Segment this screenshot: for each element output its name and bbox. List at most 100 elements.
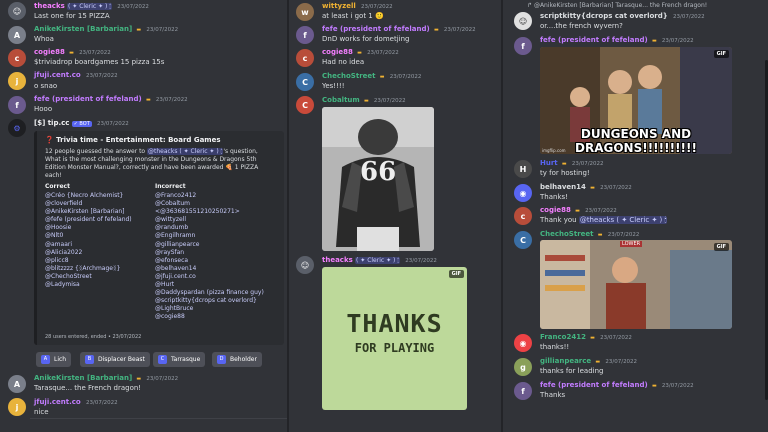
user-mention[interactable]: @efonseca [155, 257, 264, 265]
avatar[interactable]: C [296, 96, 314, 114]
user-mention[interactable]: @gillianpearce [155, 241, 264, 249]
football-player-image[interactable]: 66 [322, 107, 434, 251]
user-mention[interactable]: @Nlt0 [45, 232, 132, 240]
username[interactable]: scriptkitty{dcrops cat overlord} [540, 12, 668, 20]
answer-button-d[interactable]: D Beholder [212, 352, 262, 367]
username[interactable]: ChechoStreet [540, 230, 594, 238]
bot-avatar[interactable]: ⚙ [8, 119, 26, 137]
avatar[interactable]: f [8, 96, 26, 114]
discord-avatar-icon[interactable]: ◉ [514, 184, 532, 202]
username[interactable]: cogie88 [540, 206, 571, 214]
user-mention[interactable]: @amaari [45, 241, 132, 249]
username[interactable]: jfuji.cent.co [34, 71, 81, 79]
message-header: cogie88 ▬ 23/07/2022 [34, 48, 111, 58]
avatar[interactable]: ☺ [296, 256, 314, 274]
message-header: wittyzell 23/07/2022 [322, 2, 393, 12]
user-mention[interactable]: @Franco2412 [155, 192, 264, 200]
user-mention[interactable]: @fefe (president of fefeland) [45, 216, 132, 224]
discord-avatar-icon[interactable]: ◉ [514, 334, 532, 352]
avatar[interactable]: j [8, 72, 26, 90]
user-mention[interactable]: @scriptkitty{dcrops cat overlord} [155, 297, 264, 305]
username[interactable]: jfuji.cent.co [34, 398, 81, 406]
thanks-for-playing-gif[interactable]: THANKS FOR PLAYING GIF [322, 267, 467, 410]
answer-button-b[interactable]: B Displacer Beast [80, 352, 150, 367]
user-mention[interactable]: @blitzzzz {ᛝArchmageᛝ} [45, 265, 132, 273]
answer-button-a[interactable]: A Lich [36, 352, 72, 367]
user-mention[interactable]: @Engilhramn [155, 232, 264, 240]
username[interactable]: ChechoStreet [322, 72, 376, 80]
avatar[interactable]: C [296, 73, 314, 91]
username[interactable]: fefe (president of fefeland) [540, 36, 648, 44]
timestamp: 23/07/2022 [146, 376, 179, 382]
avatar[interactable]: C [514, 231, 532, 249]
user-mention[interactable]: @LightBruce [155, 305, 264, 313]
user-mention[interactable]: @Ladymisa [45, 281, 132, 289]
user-mention[interactable]: @cogie88 [155, 313, 264, 321]
avatar[interactable]: g [514, 358, 532, 376]
avatar[interactable]: c [296, 49, 314, 67]
avatar[interactable]: A [8, 375, 26, 393]
user-mention[interactable]: @cloverfield [45, 200, 132, 208]
reply-preview[interactable]: ↱ @AnikeKirsten [Barbarian] Tarasque... … [527, 2, 707, 9]
avatar[interactable]: f [514, 382, 532, 400]
user-mention[interactable]: @plicc8 [45, 257, 132, 265]
user-mention[interactable]: <@363681551210250271> [155, 208, 264, 216]
avatar[interactable]: f [296, 26, 314, 44]
user-mention[interactable]: @raySfan [155, 249, 264, 257]
user-mention[interactable]: @AnikeKirsten [Barbarian] [45, 208, 132, 216]
user-mention[interactable]: @Daddyspardan (pizza finance guy) [155, 289, 264, 297]
username[interactable]: belhaven14 [540, 183, 586, 191]
username[interactable]: fefe (president of fefeland) [34, 95, 142, 103]
message-header: scriptkitty{dcrops cat overlord} 23/07/2… [540, 12, 705, 22]
username[interactable]: AnikeKirsten [Barbarian] [34, 374, 132, 382]
username[interactable]: Franco2412 [540, 333, 586, 341]
timestamp: 23/07/2022 [389, 74, 422, 80]
reply-text: @AnikeKirsten [Barbarian] Tarasque... th… [533, 2, 708, 9]
avatar[interactable]: f [514, 37, 532, 55]
user-mention[interactable]: @ChechoStreet [45, 273, 132, 281]
username[interactable]: fefe (president of fefeland) [322, 25, 430, 33]
mention[interactable]: @theacks ( ✦ Cleric ✦ ) 🕯 [147, 148, 224, 155]
avatar[interactable]: c [8, 49, 26, 67]
gif-badge: GIF [713, 243, 729, 251]
username[interactable]: Hurt [540, 159, 558, 167]
dungeons-and-dragons-gif[interactable]: DUNGEONS AND DRAGONS!!!!!!!!!! imgflip.c… [540, 47, 732, 154]
avatar[interactable]: w [296, 3, 314, 21]
username[interactable]: cogie88 [322, 48, 353, 56]
message-header: AnikeKirsten [Barbarian] ▬ 23/07/2022 [34, 374, 178, 384]
user-mention[interactable]: @Créo {Necro Alchemist} [45, 192, 132, 200]
user-mention[interactable]: @Hoosie [45, 224, 132, 232]
badge-icon: ▬ [590, 185, 595, 191]
user-mention[interactable]: @belhaven14 [155, 265, 264, 273]
user-mention[interactable]: @Hurt [155, 281, 264, 289]
timestamp: 23/07/2022 [85, 73, 118, 79]
user-mention[interactable]: @Cobaltum [155, 200, 264, 208]
user-mention[interactable]: @Alicia2022 [45, 249, 132, 257]
username[interactable]: [$] tip.cc [34, 119, 69, 127]
username[interactable]: wittyzell [322, 2, 356, 10]
mention[interactable]: @theacks ( ✦ Cleric ✦ ) 🕯 [578, 216, 668, 224]
user-mention[interactable]: @jfuji.cent.co [155, 273, 264, 281]
user-mention[interactable]: @randumb [155, 224, 264, 232]
username[interactable]: theacks [34, 2, 65, 10]
message-text: nice [34, 408, 49, 416]
username[interactable]: AnikeKirsten [Barbarian] [34, 25, 132, 33]
gif-badge: GIF [448, 270, 464, 278]
username[interactable]: gillianpearce [540, 357, 591, 365]
avatar[interactable]: j [8, 398, 26, 416]
avatar[interactable]: ☺ [8, 2, 26, 20]
store-scene-gif[interactable]: LOWER GIF [540, 240, 732, 329]
avatar[interactable]: H [514, 160, 532, 178]
username[interactable]: Cobaltum [322, 96, 360, 104]
username[interactable]: fefe (president of fefeland) [540, 381, 648, 389]
user-mention[interactable]: @wittyzell [155, 216, 264, 224]
avatar[interactable]: A [8, 26, 26, 44]
answer-button-c[interactable]: C Tarrasque [153, 352, 206, 367]
message-header: fefe (president of fefeland) ▬ 23/07/202… [540, 381, 694, 391]
username[interactable]: cogie88 [34, 48, 65, 56]
avatar[interactable]: ☺ [514, 12, 532, 30]
message-text: Whoa [34, 35, 54, 43]
username[interactable]: theacks [322, 256, 353, 264]
avatar[interactable]: c [514, 207, 532, 225]
timestamp: 23/07/2022 [443, 27, 476, 33]
